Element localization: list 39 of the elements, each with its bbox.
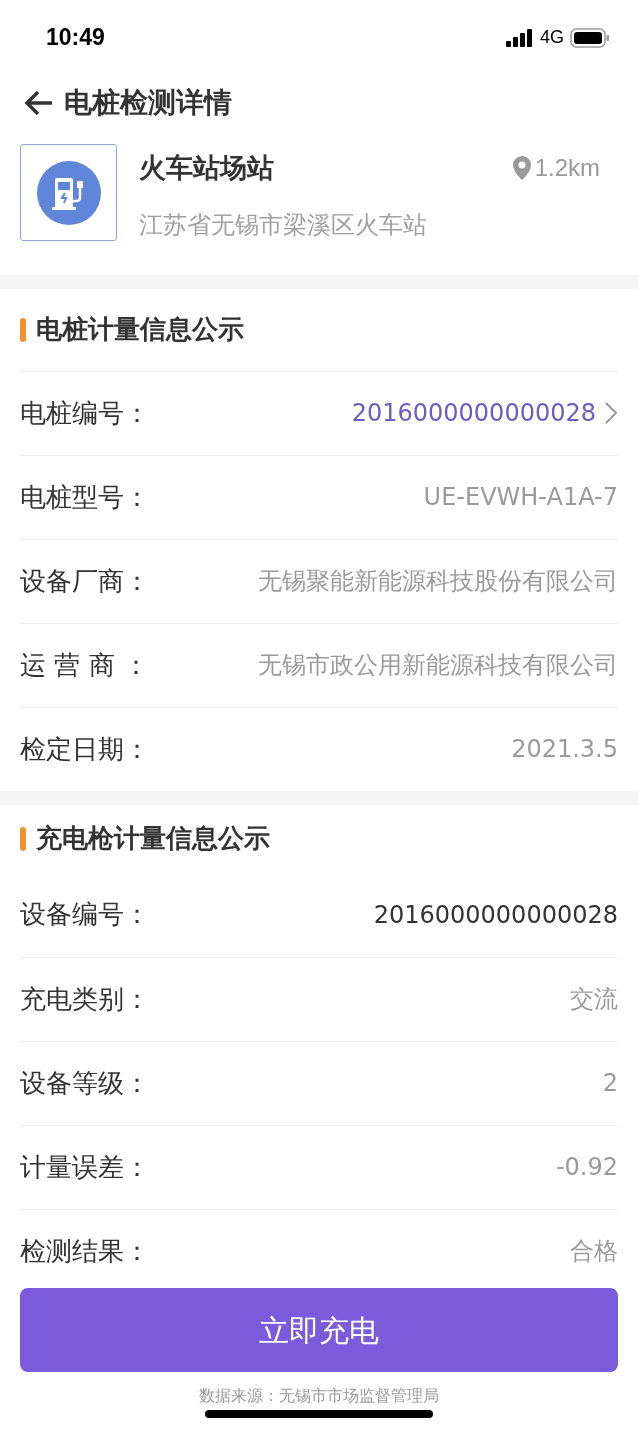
- field-label: 设备厂商：: [20, 564, 150, 598]
- status-time: 10:49: [46, 23, 105, 53]
- field-label: 检定日期：: [20, 732, 150, 766]
- network-label: 4G: [540, 26, 564, 49]
- field-label: 设备等级：: [20, 1066, 150, 1100]
- location-pin-icon: [512, 156, 531, 181]
- station-distance: 1.2km: [534, 153, 600, 184]
- field-value: 合格: [570, 1236, 618, 1267]
- field-label: 设备编号：: [20, 898, 150, 931]
- chevron-right-icon: [604, 401, 618, 425]
- field-label: 充电类别：: [20, 982, 150, 1016]
- field-label: 电桩编号：: [20, 396, 150, 430]
- back-arrow-icon: [24, 89, 54, 116]
- signal-icon: [506, 28, 534, 47]
- section-title: 充电枪计量信息公示: [36, 822, 270, 855]
- section-title: 电桩计量信息公示: [36, 313, 244, 346]
- field-value: 2016000000000028: [373, 899, 618, 931]
- field-value: 2021.3.5: [511, 734, 618, 765]
- section-marker-icon: [20, 826, 26, 851]
- field-value: UE-EVWH-A1A-7: [423, 482, 618, 513]
- station-address: 江苏省无锡市梁溪区火车站: [139, 209, 428, 241]
- data-source-note: 数据来源：无锡市市场监督管理局: [199, 1385, 439, 1407]
- charging-station-icon: [36, 160, 101, 225]
- field-label: 电桩型号：: [20, 480, 150, 514]
- page-title: 电桩检测详情: [64, 84, 232, 121]
- battery-icon: [570, 27, 610, 48]
- section-marker-icon: [20, 317, 26, 342]
- field-value: 无锡市政公用新能源科技有限公司: [258, 650, 618, 681]
- station-name: 火车站场站: [139, 151, 274, 185]
- field-label: 运 营 商 ：: [20, 648, 149, 682]
- field-value: -0.92: [555, 1152, 618, 1183]
- field-value[interactable]: 2016000000000028: [351, 395, 596, 431]
- field-value: 交流: [570, 984, 618, 1015]
- back-button[interactable]: [24, 89, 54, 116]
- field-label: 检测结果：: [20, 1234, 150, 1268]
- charge-now-button[interactable]: 立即充电: [20, 1288, 618, 1372]
- field-value: 无锡聚能新能源科技股份有限公司: [258, 566, 618, 597]
- field-label: 计量误差：: [20, 1150, 150, 1184]
- field-value: 2: [602, 1068, 618, 1099]
